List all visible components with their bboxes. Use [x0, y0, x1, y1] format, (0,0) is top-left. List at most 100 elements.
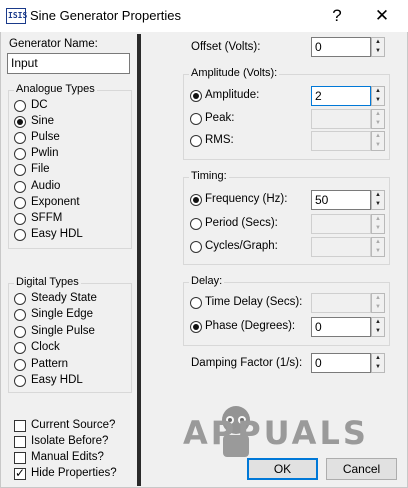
- rms-spinner: ▲ ▼: [371, 131, 385, 151]
- checkmark-icon: ✓: [15, 466, 26, 480]
- peak-label: Peak:: [205, 111, 235, 124]
- checkbox-manual-edits[interactable]: [14, 452, 26, 464]
- frequency-hz-label: Frequency (Hz):: [205, 193, 288, 205]
- amplitude-input[interactable]: 2: [311, 86, 371, 106]
- analogue-label-exponent: Exponent: [31, 195, 80, 208]
- spin-down-icon[interactable]: ▼: [372, 327, 384, 336]
- frequency-hz-input[interactable]: 50: [311, 190, 371, 210]
- spin-up-icon[interactable]: ▲: [372, 354, 384, 363]
- damping-label: Damping Factor (1/s):: [191, 357, 303, 369]
- ok-button[interactable]: OK: [247, 458, 318, 480]
- timing-group-title: Timing:: [189, 170, 229, 182]
- frequency-hz-radio[interactable]: [190, 194, 202, 206]
- digital-label-steady-state: Steady State: [31, 292, 97, 304]
- analogue-radio-sffm[interactable]: [14, 212, 26, 225]
- phase-degrees-radio[interactable]: [190, 320, 202, 333]
- amplitude-spinner[interactable]: ▲ ▼: [371, 86, 385, 106]
- spin-up-icon[interactable]: ▲: [372, 318, 384, 327]
- frequency-hz-spinner[interactable]: ▲ ▼: [371, 190, 385, 210]
- offset-spinner[interactable]: ▲ ▼: [371, 37, 385, 57]
- offset-label: Offset (Volts):: [191, 41, 261, 53]
- peak-input: [311, 108, 371, 129]
- spin-down-icon: ▼: [375, 119, 381, 126]
- rms-radio[interactable]: [190, 135, 202, 147]
- digital-radio-easy-hdl[interactable]: [14, 375, 26, 387]
- spin-up-icon: ▲: [375, 295, 381, 301]
- phase-degrees-input[interactable]: 0: [311, 316, 371, 337]
- delay-group-title: Delay:: [189, 275, 225, 287]
- analogue-types-title: Analogue Types: [14, 83, 97, 95]
- checkbox-label-hide-properties: Hide Properties?: [31, 467, 117, 479]
- period-secs-label: Period (Secs):: [205, 216, 278, 229]
- time-delay-secs-radio[interactable]: [190, 297, 202, 309]
- analogue-radio-exponent[interactable]: [14, 196, 26, 209]
- spin-up-icon: ▲: [375, 239, 381, 245]
- analogue-radio-audio[interactable]: [14, 180, 26, 193]
- digital-label-easy-hdl: Easy HDL: [31, 374, 83, 386]
- window-title: Sine Generator Properties: [30, 8, 182, 23]
- digital-radio-steady-state[interactable]: [14, 293, 26, 305]
- spin-up-icon[interactable]: ▲: [372, 87, 384, 96]
- spin-down-icon[interactable]: ▼: [372, 47, 384, 56]
- offset-input[interactable]: 0: [311, 37, 371, 57]
- amplitude-label: Amplitude:: [205, 89, 260, 101]
- cycles-graph-label: Cycles/Graph:: [205, 240, 278, 252]
- analogue-label-sffm: SFFM: [31, 211, 63, 224]
- digital-types-title: Digital Types: [14, 276, 81, 288]
- watermark-text: APPUALS: [183, 414, 369, 452]
- rms-input: [311, 131, 371, 151]
- digital-label-clock: Clock: [31, 341, 60, 354]
- time-delay-secs-input: [311, 293, 371, 313]
- spin-down-icon: ▼: [375, 248, 381, 254]
- analogue-types-group: [8, 90, 132, 249]
- phase-degrees-label: Phase (Degrees):: [205, 319, 296, 332]
- panel-splitter[interactable]: [137, 34, 141, 486]
- cycles-graph-input: [311, 237, 371, 257]
- help-icon[interactable]: ?: [323, 4, 351, 28]
- close-icon[interactable]: ✕: [368, 4, 396, 28]
- generator-name-input[interactable]: Input: [7, 53, 130, 74]
- digital-radio-pattern[interactable]: [14, 358, 26, 371]
- analogue-radio-dc[interactable]: [14, 100, 26, 112]
- peak-radio[interactable]: [190, 112, 202, 125]
- spin-down-icon[interactable]: ▼: [372, 96, 384, 105]
- amplitude-radio[interactable]: [190, 90, 202, 102]
- spin-up-icon[interactable]: ▲: [372, 191, 384, 200]
- checkbox-label-manual-edits: Manual Edits?: [31, 451, 104, 463]
- analogue-label-audio: Audio: [31, 179, 61, 192]
- time-delay-secs-label: Time Delay (Secs):: [205, 296, 303, 308]
- analogue-label-file: File: [31, 163, 50, 176]
- period-secs-radio[interactable]: [190, 217, 202, 230]
- analogue-label-pulse: Pulse: [31, 131, 60, 144]
- checkbox-current-source[interactable]: [14, 420, 26, 432]
- digital-label-pattern: Pattern: [31, 357, 69, 370]
- spin-down-icon[interactable]: ▼: [372, 363, 384, 372]
- cycles-graph-radio[interactable]: [190, 241, 202, 253]
- spin-down-icon[interactable]: ▼: [372, 200, 384, 209]
- spin-up-icon: ▲: [375, 215, 381, 222]
- analogue-radio-easy-hdl[interactable]: [14, 228, 26, 241]
- cycles-graph-spinner: ▲ ▼: [371, 237, 385, 257]
- damping-input[interactable]: 0: [311, 353, 371, 373]
- checkbox-label-isolate-before: Isolate Before?: [31, 435, 109, 447]
- checkbox-isolate-before[interactable]: [14, 436, 26, 448]
- app-icon: ISIS: [6, 8, 28, 24]
- cancel-button[interactable]: Cancel: [326, 458, 397, 480]
- generator-name-label: Generator Name:: [9, 38, 98, 50]
- damping-spinner[interactable]: ▲ ▼: [371, 353, 385, 373]
- checkbox-label-current-source: Current Source?: [31, 419, 116, 431]
- time-delay-secs-spinner: ▲ ▼: [371, 293, 385, 313]
- spin-down-icon: ▼: [375, 304, 381, 310]
- digital-label-single-pulse: Single Pulse: [31, 324, 95, 337]
- app-icon-text: ISIS: [8, 11, 28, 20]
- spin-down-icon: ▼: [375, 142, 381, 148]
- digital-label-single-edge: Single Edge: [31, 308, 94, 321]
- spin-up-icon: ▲: [375, 133, 381, 139]
- checkbox-hide-properties[interactable]: ✓: [14, 466, 26, 480]
- digital-radio-single-pulse[interactable]: [14, 325, 26, 338]
- rms-label: RMS:: [205, 134, 234, 146]
- phase-degrees-spinner[interactable]: ▲ ▼: [371, 316, 385, 337]
- spin-up-icon[interactable]: ▲: [372, 38, 384, 47]
- analogue-radio-sine[interactable]: [14, 116, 26, 129]
- analogue-label-dc: DC: [31, 99, 48, 111]
